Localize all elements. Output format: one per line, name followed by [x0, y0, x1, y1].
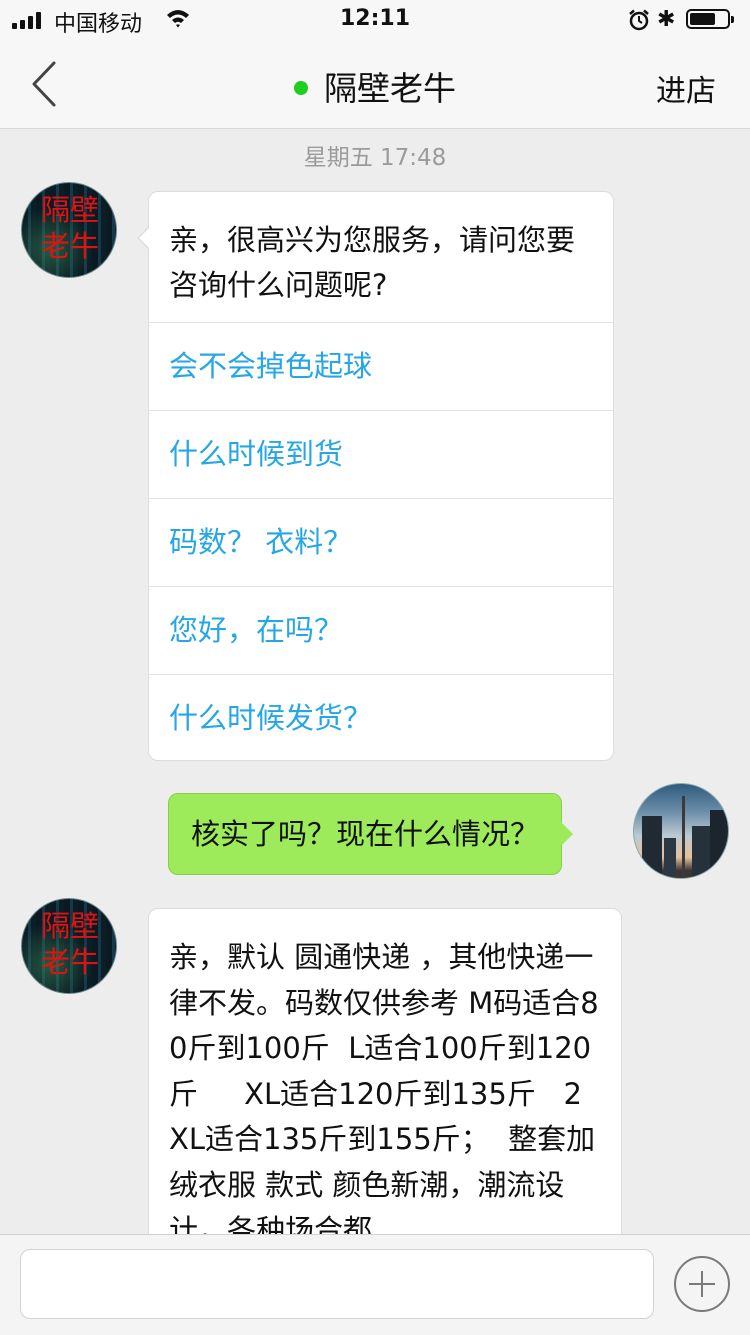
- message-input-bar: [0, 1234, 750, 1335]
- shop-name: 隔壁老牛: [324, 69, 456, 108]
- user-avatar[interactable]: [633, 783, 729, 879]
- plus-circle-icon[interactable]: [674, 1256, 730, 1312]
- page-title: 隔壁老牛: [0, 62, 750, 110]
- bluetooth-icon: ✱: [657, 7, 676, 32]
- battery-icon: [686, 9, 734, 29]
- shop-reply-bubble: 亲，默认 圆通快递 ，其他快递一律不发。码数仅供参考 M码适合80斤到100斤 …: [148, 908, 622, 1268]
- alarm-icon: [628, 9, 650, 35]
- avatar-text-line-1: 隔壁: [40, 909, 99, 943]
- message-timestamp: 星期五 17:48: [303, 145, 447, 171]
- quick-reply-item[interactable]: 什么时候发货？: [149, 674, 613, 762]
- status-bar: 中国移动 12:11 ✱: [0, 0, 750, 40]
- message-input[interactable]: [20, 1249, 654, 1319]
- shop-avatar[interactable]: 隔壁 老牛: [21, 182, 117, 278]
- quick-reply-item[interactable]: 什么时候到货: [149, 410, 613, 498]
- quick-reply-item[interactable]: 码数？ 衣料？: [149, 498, 613, 586]
- greeting-message-bubble: 亲，很高兴为您服务，请问您要咨询什么问题呢? 会不会掉色起球 什么时候到货 码数…: [137, 191, 614, 762]
- shop-avatar[interactable]: 隔壁 老牛: [21, 898, 117, 994]
- avatar-text-line-2: 老牛: [40, 945, 99, 979]
- user-message-bubble[interactable]: 核实了吗？现在什么情况？: [168, 793, 574, 875]
- enter-store-button[interactable]: 进店: [656, 66, 716, 110]
- shop-reply-text: 亲，默认 圆通快递 ，其他快递一律不发。码数仅供参考 M码适合80斤到100斤 …: [169, 940, 599, 1247]
- avatar-text-line-2: 老牛: [40, 229, 99, 263]
- greeting-text: 亲，很高兴为您服务，请问您要咨询什么问题呢?: [169, 223, 576, 302]
- avatar-text-line-1: 隔壁: [40, 193, 99, 227]
- online-status-icon: [294, 80, 308, 95]
- quick-reply-item[interactable]: 您好，在吗？: [149, 586, 613, 674]
- navigation-bar: 隔壁老牛 进店: [0, 40, 750, 129]
- quick-reply-item[interactable]: 会不会掉色起球: [149, 322, 613, 410]
